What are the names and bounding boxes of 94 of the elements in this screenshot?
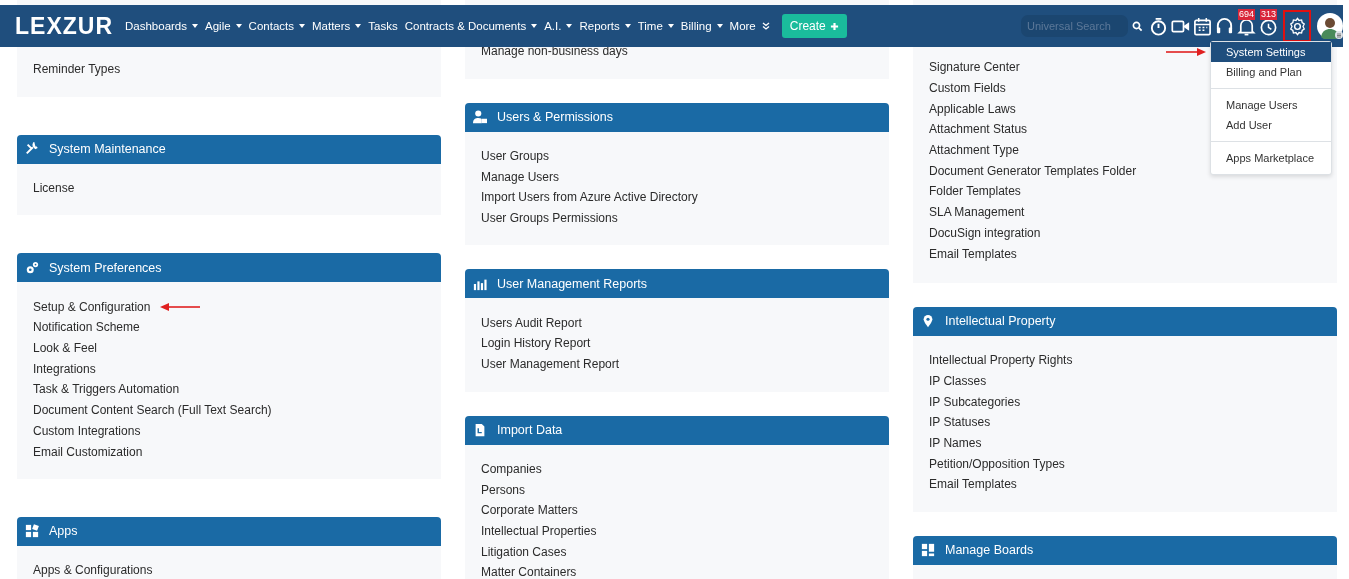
- pin-icon: [921, 314, 935, 329]
- nav-menu-item[interactable]: Time: [637, 20, 674, 32]
- calendar-icon[interactable]: [1193, 16, 1212, 36]
- settings-link[interactable]: Users Audit Report: [481, 315, 582, 330]
- user-lock-icon: [473, 110, 487, 125]
- settings-link[interactable]: Email Templates: [929, 246, 1017, 261]
- card-title: User Management Reports: [497, 276, 648, 291]
- card-title: Apps: [49, 524, 78, 539]
- nav-menu-item[interactable]: Tasks: [368, 20, 398, 32]
- settings-link[interactable]: Persons: [481, 482, 526, 497]
- settings-link[interactable]: Signature Center: [929, 60, 1020, 75]
- settings-link[interactable]: SLA Management: [929, 205, 1025, 220]
- nav-menu-item[interactable]: A.I.: [544, 20, 573, 32]
- headset-icon[interactable]: [1215, 16, 1234, 36]
- settings-link[interactable]: Notification Scheme: [33, 320, 140, 335]
- user-avatar[interactable]: [1317, 13, 1343, 39]
- settings-link[interactable]: Document Content Search (Full Text Search): [33, 403, 272, 418]
- settings-link[interactable]: Custom Fields: [929, 81, 1006, 96]
- logo[interactable]: LEXZUR: [15, 12, 113, 40]
- settings-link[interactable]: Look & Feel: [33, 341, 98, 356]
- settings-link[interactable]: Login History Report: [481, 336, 591, 351]
- menu-item[interactable]: Billing and Plan: [1211, 62, 1331, 82]
- settings-link[interactable]: User Management Report: [481, 357, 620, 372]
- caret-icon: [355, 24, 362, 28]
- settings-link[interactable]: IP Names: [929, 435, 982, 450]
- settings-link[interactable]: Folder Templates: [929, 184, 1021, 199]
- search-icon[interactable]: [1132, 20, 1143, 32]
- settings-link[interactable]: Reminder Types: [33, 62, 121, 77]
- card-title: System Maintenance: [49, 142, 166, 157]
- nav-menu-item[interactable]: Agile: [205, 20, 242, 32]
- settings-link[interactable]: Import Users from Azure Active Directory: [481, 190, 698, 205]
- reminder-count-badge: 313: [1260, 8, 1278, 20]
- caret-icon: [566, 24, 573, 28]
- stopwatch-icon[interactable]: [1149, 16, 1168, 36]
- settings-link[interactable]: Email Customization: [33, 444, 143, 459]
- settings-link[interactable]: Intellectual Properties: [481, 523, 597, 538]
- search-field[interactable]: Universal Search: [1021, 15, 1128, 37]
- menu-item[interactable]: System Settings: [1211, 42, 1331, 62]
- settings-link[interactable]: Manage non-business days: [481, 44, 628, 59]
- nav-menu-item[interactable]: Dashboards: [125, 20, 198, 32]
- settings-link[interactable]: Companies: [481, 461, 542, 476]
- file-import-icon: [473, 423, 487, 437]
- caret-icon: [531, 24, 538, 28]
- settings-link[interactable]: Intellectual Property Rights: [929, 353, 1073, 368]
- settings-link[interactable]: User Groups: [481, 149, 550, 164]
- settings-link[interactable]: Applicable Laws: [929, 101, 1016, 116]
- double-chevron-icon: [761, 22, 770, 30]
- plus-icon: [829, 21, 839, 31]
- settings-link[interactable]: Task & Triggers Automation: [33, 382, 180, 397]
- nav-menu-item[interactable]: Matters: [312, 20, 362, 32]
- caret-icon: [624, 24, 631, 28]
- nav-menu-item[interactable]: Billing: [680, 20, 723, 32]
- settings-link[interactable]: Petition/Opposition Types: [929, 456, 1065, 471]
- caret-icon: [716, 24, 723, 28]
- nav-menu-item[interactable]: Contracts & Documents: [404, 20, 538, 32]
- menu-item[interactable]: Manage Users: [1211, 95, 1331, 115]
- caret-icon: [192, 24, 198, 28]
- settings-link[interactable]: IP Statuses: [929, 415, 991, 430]
- menu-item[interactable]: Apps Marketplace: [1211, 148, 1331, 168]
- nav-menu-item[interactable]: Reports: [579, 20, 631, 32]
- settings-link[interactable]: Integrations: [33, 361, 96, 376]
- settings-link[interactable]: Litigation Cases: [481, 544, 567, 559]
- settings-link[interactable]: IP Classes: [929, 373, 987, 388]
- settings-icon: [1287, 16, 1307, 36]
- menu-item[interactable]: Add User: [1211, 115, 1331, 135]
- settings-link[interactable]: DocuSign integration: [929, 225, 1041, 240]
- settings-link[interactable]: IP Subcategories: [929, 394, 1021, 409]
- card-title: Users & Permissions: [497, 110, 613, 125]
- settings-link[interactable]: Matter Containers: [481, 565, 577, 579]
- settings-link[interactable]: User Groups Permissions: [481, 211, 618, 226]
- settings-link[interactable]: Email Templates: [929, 477, 1017, 492]
- settings-link[interactable]: Setup & Configuration: [33, 299, 151, 314]
- caret-icon: [667, 24, 674, 28]
- card-title: Import Data: [497, 423, 563, 437]
- nav-menu-item[interactable]: More: [729, 20, 770, 32]
- boards-icon: [921, 543, 935, 558]
- caret-icon: [299, 24, 305, 28]
- nav-menu-item[interactable]: Contacts: [248, 20, 305, 32]
- tools-icon: [25, 142, 39, 157]
- settings-link[interactable]: Document Generator Templates Folder: [929, 163, 1137, 178]
- settings-link[interactable]: Manage Users: [481, 169, 560, 184]
- settings-link[interactable]: Corporate Matters: [481, 503, 578, 518]
- card-title: Intellectual Property: [945, 314, 1056, 329]
- settings-link[interactable]: License: [33, 181, 75, 196]
- apps-icon: [25, 524, 39, 539]
- settings-link[interactable]: Attachment Type: [929, 143, 1019, 158]
- gears-icon: [25, 260, 39, 275]
- settings-link[interactable]: Attachment Status: [929, 122, 1028, 137]
- caret-icon: [235, 24, 242, 28]
- notification-count-badge: 694: [1238, 8, 1256, 20]
- card-title: System Preferences: [49, 260, 162, 275]
- card-title: Manage Boards: [945, 543, 1034, 558]
- settings-link[interactable]: Custom Integrations: [33, 423, 141, 438]
- settings-link[interactable]: Apps & Configurations: [33, 563, 153, 578]
